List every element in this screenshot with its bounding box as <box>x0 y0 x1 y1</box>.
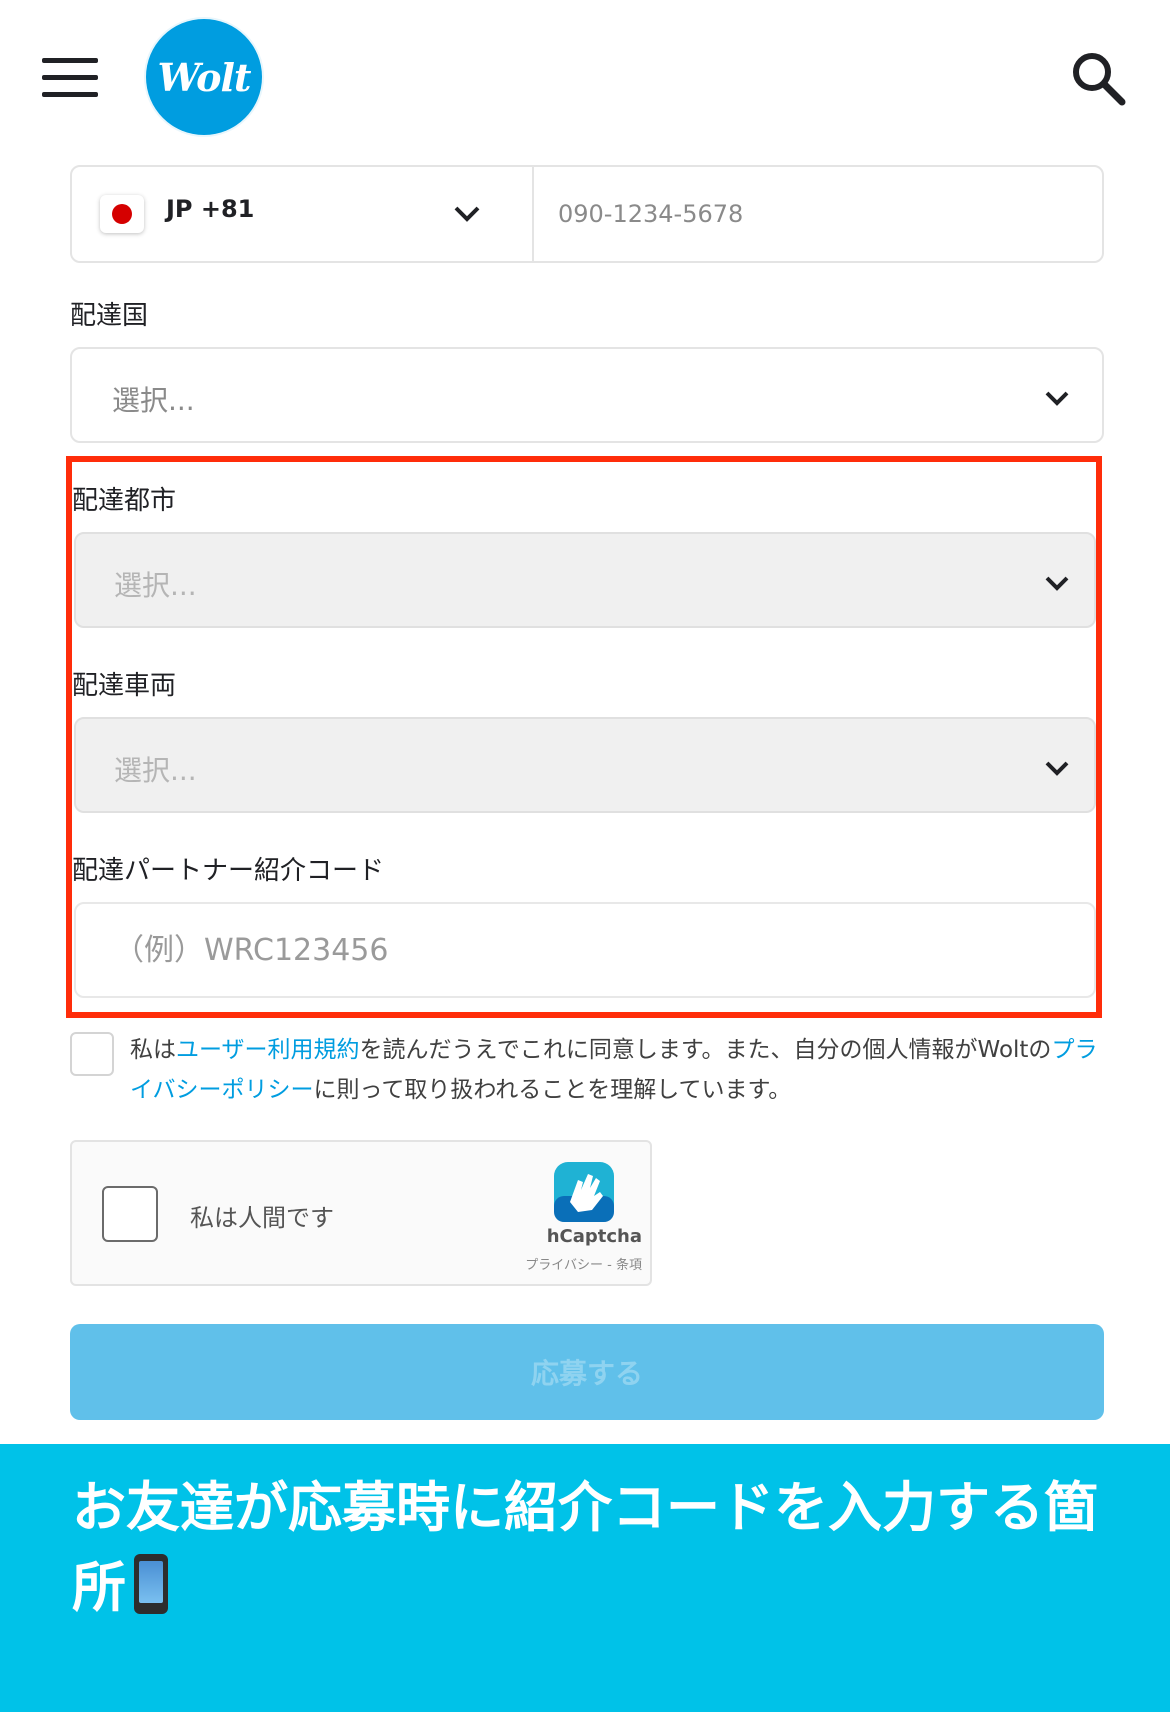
submit-button[interactable]: 応募する <box>70 1324 1104 1420</box>
hamburger-icon <box>42 58 98 63</box>
menu-button[interactable] <box>42 58 98 98</box>
terms-of-use-link[interactable]: ユーザー利用規約 <box>176 1037 360 1063</box>
logo-text: Wolt <box>157 54 252 100</box>
country-code-label: JP +81 <box>166 195 255 223</box>
terms-checkbox[interactable] <box>70 1032 114 1076</box>
delivery-country-placeholder: 選択... <box>112 384 195 417</box>
phone-number-input[interactable] <box>534 167 1102 261</box>
chevron-down-icon <box>1045 391 1069 406</box>
captcha-label: 私は人間です <box>190 1204 334 1232</box>
delivery-vehicle-label: 配達車両 <box>72 671 177 701</box>
delivery-vehicle-placeholder: 選択... <box>114 754 197 787</box>
hcaptcha-brand: hCaptcha <box>546 1226 642 1247</box>
phone-field: JP +81 <box>70 165 1104 263</box>
terms-middle: を読んだうえでこれに同意します。また、自分の個人情報がWoltの <box>359 1037 1052 1063</box>
delivery-country-label: 配達国 <box>70 301 149 331</box>
search-icon[interactable] <box>1068 48 1128 108</box>
captcha-checkbox[interactable] <box>102 1186 158 1242</box>
japan-flag-icon <box>100 195 144 233</box>
delivery-country-select[interactable]: 選択... <box>70 347 1104 443</box>
mobile-phone-icon <box>134 1554 168 1614</box>
hamburger-bar <box>42 75 98 80</box>
delivery-city-placeholder: 選択... <box>114 569 197 602</box>
chevron-down-icon <box>1045 576 1069 591</box>
annotation-banner: お友達が応募時に紹介コードを入力する箇所 <box>0 1444 1170 1712</box>
delivery-vehicle-select[interactable]: 選択... <box>74 717 1096 813</box>
annotation-text: お友達が応募時に紹介コードを入力する箇所 <box>72 1468 1122 1628</box>
terms-text: 私はユーザー利用規約を読んだうえでこれに同意します。また、自分の個人情報がWol… <box>130 1030 1110 1110</box>
terms-suffix: に則って取り扱われることを理解しています。 <box>313 1077 792 1103</box>
country-code-select[interactable]: JP +81 <box>72 167 534 261</box>
referral-code-label: 配達パートナー紹介コード <box>72 856 385 886</box>
terms-prefix: 私は <box>130 1037 176 1063</box>
referral-code-input[interactable] <box>74 902 1096 998</box>
delivery-city-select[interactable]: 選択... <box>74 532 1096 628</box>
captcha-widget: 私は人間です hCaptcha プライバシー - 条項 <box>70 1140 652 1286</box>
annotation-caption: お友達が応募時に紹介コードを入力する箇所 <box>72 1476 1098 1619</box>
chevron-down-icon <box>454 206 480 222</box>
wolt-logo[interactable]: Wolt <box>146 19 262 135</box>
delivery-city-label: 配達都市 <box>72 486 177 516</box>
chevron-down-icon <box>1045 761 1069 776</box>
hcaptcha-links[interactable]: プライバシー - 条項 <box>472 1254 642 1273</box>
hcaptcha-logo-icon <box>554 1162 614 1222</box>
hamburger-bar <box>42 92 98 97</box>
